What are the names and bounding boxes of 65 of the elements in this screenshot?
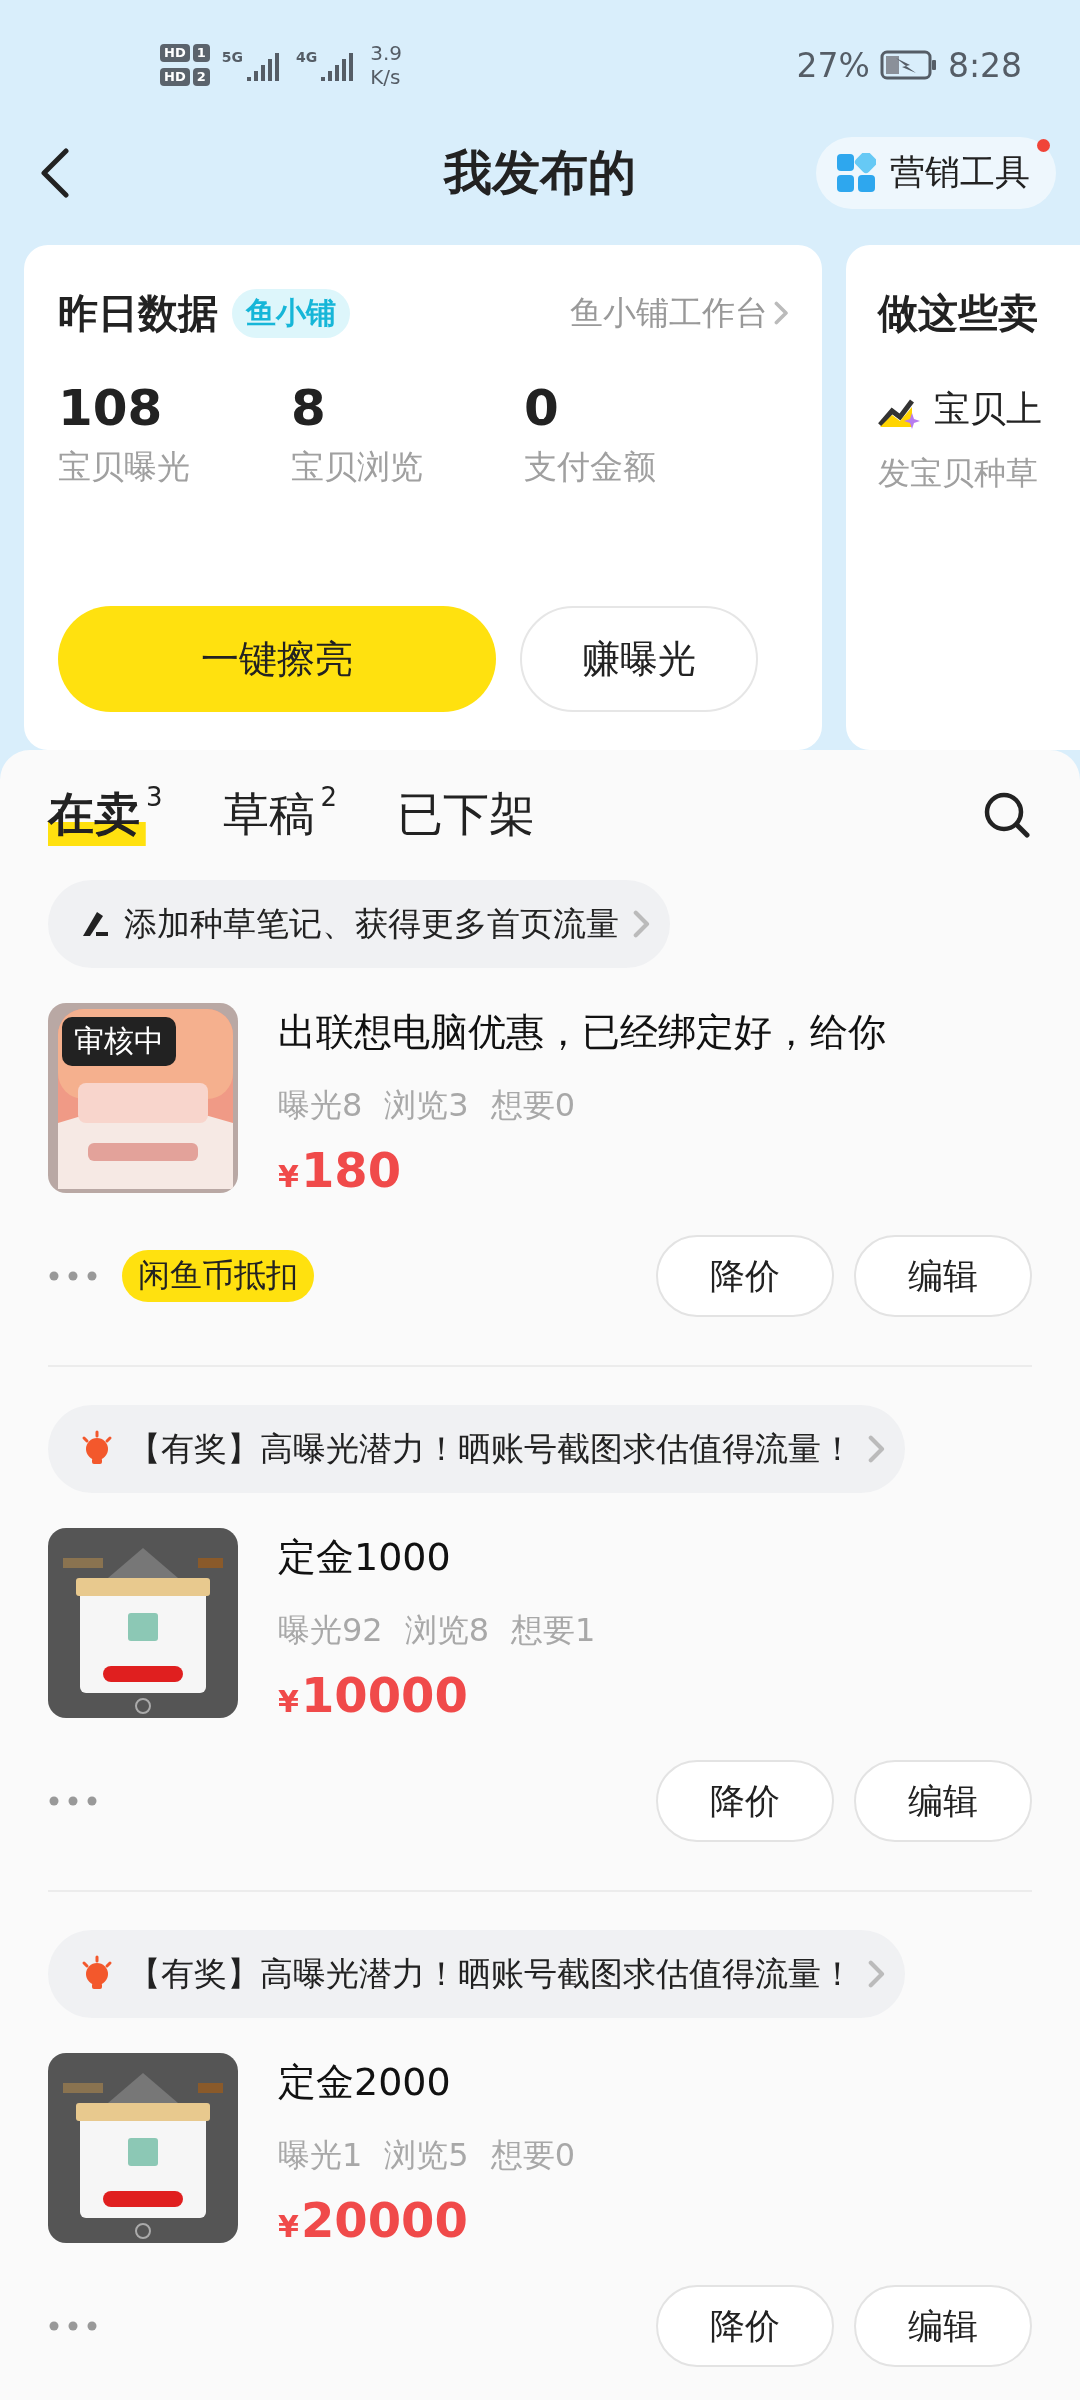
tip-banner[interactable]: 添加种草笔记、获得更多首页流量 [48,880,670,968]
metric-label: 支付金额 [524,446,657,488]
item-title[interactable]: 出联想电脑优惠，已经绑定好，给你 [278,1007,886,1058]
network-speed: 3.9 [370,41,402,65]
item-price: ¥180 [278,1142,403,1198]
metric-value: 0 [524,379,560,437]
item-stat: 想要0 [490,1085,576,1126]
item-stat: 想要0 [490,2135,576,2176]
reduce-price-button[interactable]: 降价 [656,2285,834,2367]
item-stat: 曝光92 [278,1610,383,1651]
shop-tag: 鱼小铺 [232,288,350,338]
item-title[interactable]: 定金1000 [278,1532,596,1583]
item-stat: 浏览3 [384,1085,469,1126]
card-title: 做这些卖 [878,288,1038,338]
item-stat: 浏览5 [384,2135,469,2176]
reduce-price-button[interactable]: 降价 [656,1235,834,1317]
more-icon[interactable] [48,2320,98,2332]
sim-slot: 2 [192,68,210,86]
chevron-icon [868,1435,885,1463]
pen-icon [80,909,110,939]
earn-exposure-button[interactable]: 赚曝光 [520,606,758,712]
network-type: 5G [221,49,243,65]
chevron-icon [633,910,650,938]
metric-value: 8 [291,379,327,437]
search-button[interactable] [982,790,1032,840]
chevron-icon [773,301,788,325]
item-stat: 想要1 [511,1610,596,1651]
tab[interactable]: 草稿$^{2}$ [222,784,338,846]
speed-unit: K/s [370,65,402,89]
more-icon[interactable] [48,1795,98,1807]
item-stat: 曝光1 [278,2135,363,2176]
item-price: ¥20000 [278,2192,469,2248]
chevron-icon [868,1960,885,1988]
sim-slot: 1 [192,44,210,62]
card-title: 昨日数据 [58,288,218,338]
marketing-tools-button[interactable]: 营销工具 [816,136,1056,209]
task-description: 发宝贝种草 [878,453,1039,494]
item-price: ¥10000 [278,1667,469,1723]
edit-button[interactable]: 编辑 [854,1235,1032,1317]
sim-label: HD [160,44,190,62]
review-badge: 审核中 [62,1017,176,1066]
clock: 8:28 [947,45,1022,85]
sim-label: HD [160,68,190,86]
item-stat: 曝光8 [278,1085,363,1126]
metric-value: 108 [58,379,164,437]
refresh-button[interactable]: 一键擦亮 [58,606,496,712]
tip-banner[interactable]: 【有奖】高曝光潜力！晒账号截图求估值得流量！ [48,1405,905,1493]
edit-button[interactable]: 编辑 [854,1760,1032,1842]
reduce-price-button[interactable]: 降价 [656,1760,834,1842]
tab[interactable]: 已下架 [397,784,536,846]
edit-button[interactable]: 编辑 [854,2285,1032,2367]
metric-label: 宝贝曝光 [58,446,191,488]
network-type: 4G [295,49,318,65]
item-stat: 浏览8 [404,1610,490,1651]
metric-label: 宝贝浏览 [291,446,424,488]
page-title: 我发布的 [444,143,636,200]
battery-percent: 27% [796,45,870,85]
back-icon[interactable] [40,147,70,198]
tip-banner[interactable]: 【有奖】高曝光潜力！晒账号截图求估值得流量！ [48,1930,905,2018]
coin-deduction-tag: 闲鱼币抵扣 [122,1250,314,1302]
task-title: 宝贝上 [934,387,1042,431]
battery-charging-icon [879,50,938,80]
grid-icon [836,152,876,193]
item-title[interactable]: 定金2000 [278,2057,576,2108]
more-icon[interactable] [48,1270,98,1282]
